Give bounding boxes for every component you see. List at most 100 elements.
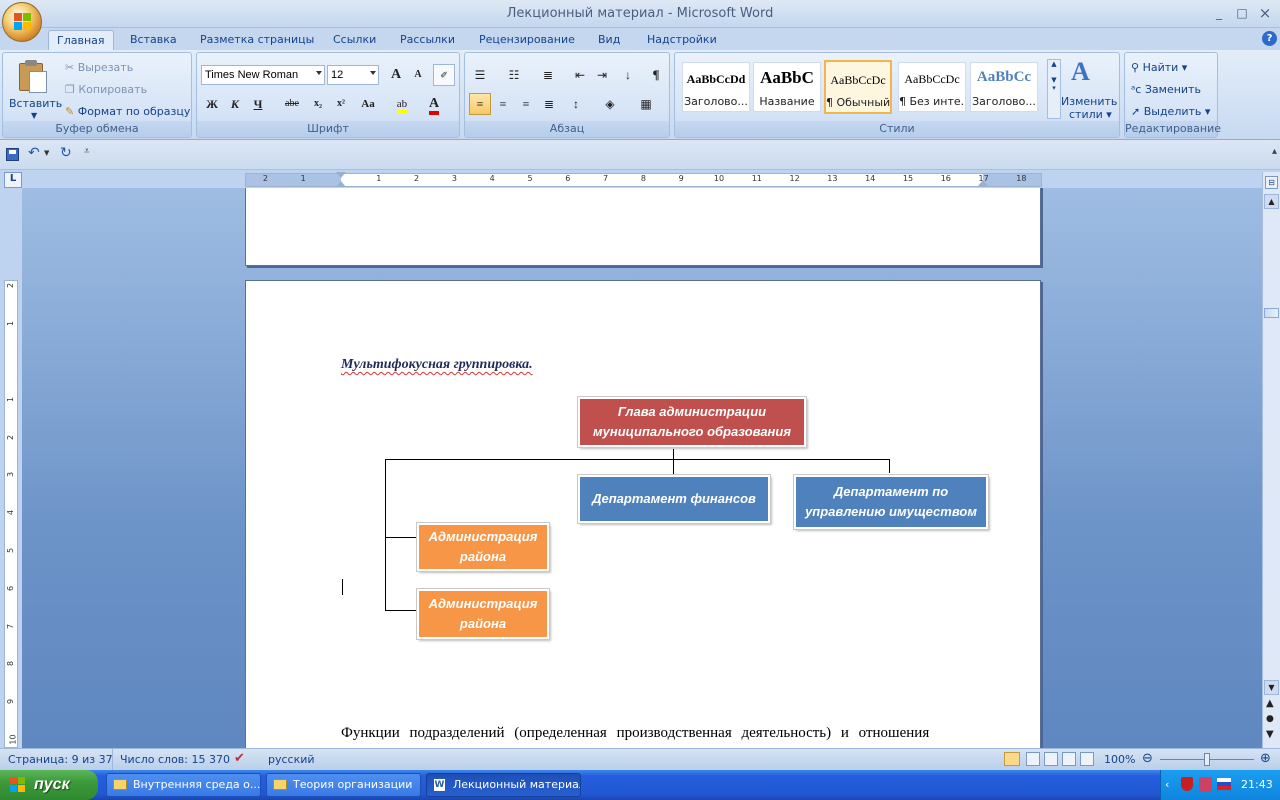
find-button[interactable]: ⚲ Найти ▾ — [1131, 61, 1187, 74]
tab-mailings[interactable]: Рассылки — [392, 30, 463, 50]
zoom-in-icon[interactable]: ⊕ — [1260, 751, 1271, 766]
language-flag-icon[interactable] — [1217, 778, 1231, 790]
browse-object-icon[interactable]: ● — [1266, 714, 1274, 724]
paste-icon[interactable] — [17, 59, 49, 95]
scroll-down-button[interactable]: ▼ — [1264, 680, 1279, 695]
office-button[interactable] — [2, 2, 42, 42]
style-no-spacing[interactable]: AaBbCcDc ¶ Без инте... — [898, 62, 966, 112]
clock[interactable]: 21:43 — [1241, 778, 1273, 791]
underline-button[interactable]: Ч — [247, 93, 269, 115]
help-icon[interactable]: ? — [1262, 31, 1277, 46]
font-size-combo[interactable]: 12 — [327, 65, 379, 85]
grow-font-button[interactable]: A — [385, 64, 407, 86]
format-painter-button[interactable]: ✎ Формат по образцу — [65, 105, 190, 118]
undo-icon[interactable]: ↶ — [28, 145, 40, 161]
org-box-property[interactable]: Департамент по управлению имуществом — [793, 474, 989, 530]
full-screen-reading-icon[interactable] — [1026, 752, 1040, 766]
decrease-indent-icon[interactable]: ⇤ — [569, 64, 591, 86]
word-count[interactable]: Число слов: 15 370 — [120, 753, 230, 766]
page-indicator[interactable]: Страница: 9 из 37 — [8, 753, 113, 766]
cut-button[interactable]: ✂ Вырезать — [65, 61, 133, 74]
tab-insert[interactable]: Вставка — [122, 30, 185, 50]
style-normal[interactable]: AaBbCcDc ¶ Обычный — [824, 60, 892, 114]
font-color-icon[interactable]: A — [423, 93, 445, 115]
tab-references[interactable]: Ссылки — [325, 30, 384, 50]
align-left-icon[interactable]: ≡ — [469, 93, 491, 115]
change-styles-button[interactable]: Изменить — [1061, 95, 1117, 108]
draft-view-icon[interactable] — [1080, 752, 1094, 766]
taskbar-item-folder-1[interactable]: Внутренняя среда о... — [106, 773, 261, 797]
org-box-district-1[interactable]: Администрация района — [416, 522, 550, 572]
close-button[interactable]: × — [1254, 4, 1276, 22]
tab-selector[interactable]: L — [4, 172, 22, 188]
subscript-button[interactable]: x₂ — [307, 93, 329, 115]
zoom-slider-thumb[interactable] — [1204, 753, 1210, 766]
tray-arrow-icon[interactable]: ‹ — [1165, 778, 1169, 791]
proofing-icon[interactable]: ✔ — [234, 751, 245, 766]
pilcrow-icon[interactable]: ¶ — [645, 64, 667, 86]
tab-home[interactable]: Главная — [48, 30, 114, 50]
tab-page-layout[interactable]: Разметка страницы — [192, 30, 322, 50]
ruler-toggle-icon[interactable]: ⊟ — [1265, 176, 1278, 189]
superscript-button[interactable]: x² — [330, 93, 352, 115]
increase-indent-icon[interactable]: ⇥ — [591, 64, 613, 86]
scroll-thumb[interactable] — [1264, 308, 1279, 318]
change-styles-icon[interactable]: A — [1071, 57, 1095, 86]
scroll-up-arrow-icon[interactable]: ▴ — [1272, 146, 1277, 157]
redo-icon[interactable]: ↻ — [60, 145, 72, 161]
style-heading1[interactable]: AaBbCcDd Заголово... — [682, 62, 750, 112]
tray-app-icon[interactable] — [1199, 777, 1212, 791]
vertical-ruler[interactable]: 2 1 1 2 3 4 5 6 7 8 9 10 — [4, 280, 18, 748]
minimize-button[interactable]: _ — [1208, 4, 1230, 22]
strikethrough-button[interactable]: abe — [279, 93, 305, 115]
sort-icon[interactable]: ↓ — [617, 64, 639, 86]
next-page-icon[interactable]: ▼ — [1266, 729, 1274, 740]
language-indicator[interactable]: русский — [268, 753, 315, 766]
style-title[interactable]: AaBbC Название — [753, 62, 821, 112]
shrink-font-button[interactable]: A — [407, 64, 429, 86]
body-paragraph[interactable]: Функции подразделений (определенная прои… — [341, 725, 986, 742]
paste-dropdown-icon[interactable]: ▼ — [31, 111, 37, 120]
zoom-out-icon[interactable]: ⊖ — [1142, 751, 1153, 766]
change-case-button[interactable]: Aa — [355, 93, 381, 115]
align-right-icon[interactable]: ≡ — [515, 93, 537, 115]
left-indent-marker[interactable] — [336, 181, 346, 187]
style-heading2[interactable]: AaBbCc Заголово... — [970, 62, 1038, 112]
copy-button[interactable]: ❐ Копировать — [65, 83, 147, 96]
replace-button[interactable]: ᵃc Заменить — [1131, 83, 1201, 96]
maximize-button[interactable]: □ — [1231, 4, 1253, 22]
styles-scroll[interactable]: ▲ ▼ ▾ — [1047, 59, 1061, 119]
bold-button[interactable]: Ж — [201, 93, 223, 115]
first-line-indent-marker[interactable] — [336, 172, 346, 178]
taskbar-item-word[interactable]: WЛекционный материал... — [426, 773, 581, 797]
tab-review[interactable]: Рецензирование — [471, 30, 583, 50]
org-box-head[interactable]: Глава администрации муниципального образ… — [577, 396, 807, 448]
right-indent-marker[interactable] — [978, 180, 988, 186]
print-layout-view-icon[interactable] — [1004, 752, 1020, 766]
tab-view[interactable]: Вид — [590, 30, 628, 50]
numbering-icon[interactable]: ☷ — [503, 64, 525, 86]
customize-qat-icon[interactable]: ⩡ — [84, 146, 90, 157]
vertical-scrollbar[interactable]: ⊟ ▲ ▼ ▲ ● ▼ — [1262, 172, 1280, 748]
page-current[interactable]: Мультифокусная группировка. Глава админи… — [245, 280, 1041, 748]
horizontal-ruler[interactable]: 2 1 1 2 3 4 5 6 7 8 9 10 11 12 13 14 15 16 17 18 — [245, 172, 1042, 187]
antivirus-shield-icon[interactable] — [1181, 777, 1193, 791]
start-button[interactable]: пуск — [0, 770, 98, 800]
justify-icon[interactable]: ≣ — [538, 93, 560, 115]
taskbar-item-folder-2[interactable]: Теория организации — [266, 773, 421, 797]
document-heading[interactable]: Мультифокусная группировка. — [341, 357, 533, 373]
highlight-icon[interactable]: ab — [391, 93, 413, 115]
italic-button[interactable]: К — [224, 93, 246, 115]
web-layout-icon[interactable] — [1044, 752, 1058, 766]
scroll-up-button[interactable]: ▲ — [1264, 194, 1279, 209]
change-styles-button-line2[interactable]: стили ▾ — [1069, 108, 1112, 121]
bullets-icon[interactable]: ☰ — [469, 64, 491, 86]
clear-format-icon[interactable]: ✐ — [433, 64, 455, 86]
line-spacing-icon[interactable]: ↕ — [565, 93, 587, 115]
org-box-finance[interactable]: Департамент финансов — [577, 474, 771, 524]
font-name-combo[interactable]: Times New Roman — [201, 65, 325, 85]
borders-icon[interactable]: ▦ — [635, 93, 657, 115]
tab-addins[interactable]: Надстройки — [639, 30, 725, 50]
select-button[interactable]: ➚ Выделить ▾ — [1131, 105, 1210, 118]
multilevel-list-icon[interactable]: ≣ — [537, 64, 559, 86]
